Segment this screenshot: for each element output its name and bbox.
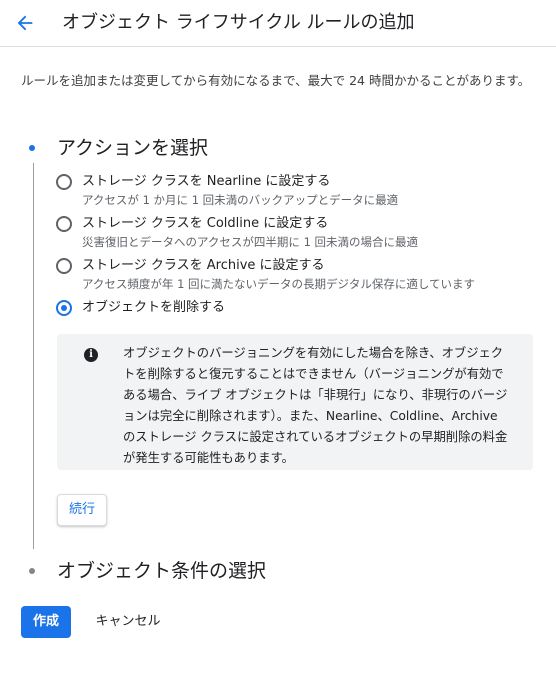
option-label: ストレージ クラスを Nearline に設定する <box>82 174 331 189</box>
option-label: オブジェクトを削除する <box>82 300 226 315</box>
page-title: オブジェクト ライフサイクル ルールの追加 <box>62 12 415 33</box>
propagation-notice: ルールを追加または変更してから有効になるまで、最大で 24 時間かかることがあり… <box>21 73 531 88</box>
option-label: ストレージ クラスを Archive に設定する <box>82 258 325 273</box>
arrow-back-icon[interactable] <box>14 12 36 34</box>
step-title-select-conditions[interactable]: オブジェクト条件の選択 <box>57 558 266 584</box>
option-set-coldline[interactable]: ストレージ クラスを Coldline に設定する 災害復旧とデータへのアクセス… <box>56 215 546 251</box>
create-button[interactable]: 作成 <box>21 606 71 638</box>
radio-delete[interactable] <box>56 300 72 316</box>
continue-button[interactable]: 続行 <box>57 494 107 526</box>
option-set-archive[interactable]: ストレージ クラスを Archive に設定する アクセス頻度が年 1 回に満た… <box>56 257 546 293</box>
option-description: アクセスが 1 か月に 1 回未満のバックアップとデータに最適 <box>82 193 399 207</box>
cancel-button[interactable]: キャンセル <box>88 606 168 638</box>
radio-nearline[interactable] <box>56 174 72 190</box>
delete-warning-text: オブジェクトのバージョニングを有効にした場合を除き、オブジェクトを削除すると復元… <box>123 346 508 465</box>
radio-archive[interactable] <box>56 258 72 274</box>
step-indicator-active <box>29 145 35 151</box>
info-icon: i <box>84 348 98 362</box>
option-delete-object[interactable]: オブジェクトを削除する <box>56 299 546 319</box>
page-header: オブジェクト ライフサイクル ルールの追加 <box>0 0 556 47</box>
stepper-line <box>33 163 34 549</box>
option-label: ストレージ クラスを Coldline に設定する <box>82 216 329 231</box>
delete-warning-box: i オブジェクトのバージョニングを有効にした場合を除き、オブジェクトを削除すると… <box>57 334 533 470</box>
step-title-select-action[interactable]: アクションを選択 <box>57 135 208 161</box>
option-description: アクセス頻度が年 1 回に満たないデータの長期デジタル保存に適しています <box>82 277 475 291</box>
option-description: 災害復旧とデータへのアクセスが四半期に 1 回未満の場合に最適 <box>82 235 419 249</box>
option-set-nearline[interactable]: ストレージ クラスを Nearline に設定する アクセスが 1 か月に 1 … <box>56 173 546 209</box>
radio-coldline[interactable] <box>56 216 72 232</box>
step-indicator-inactive <box>29 568 35 574</box>
